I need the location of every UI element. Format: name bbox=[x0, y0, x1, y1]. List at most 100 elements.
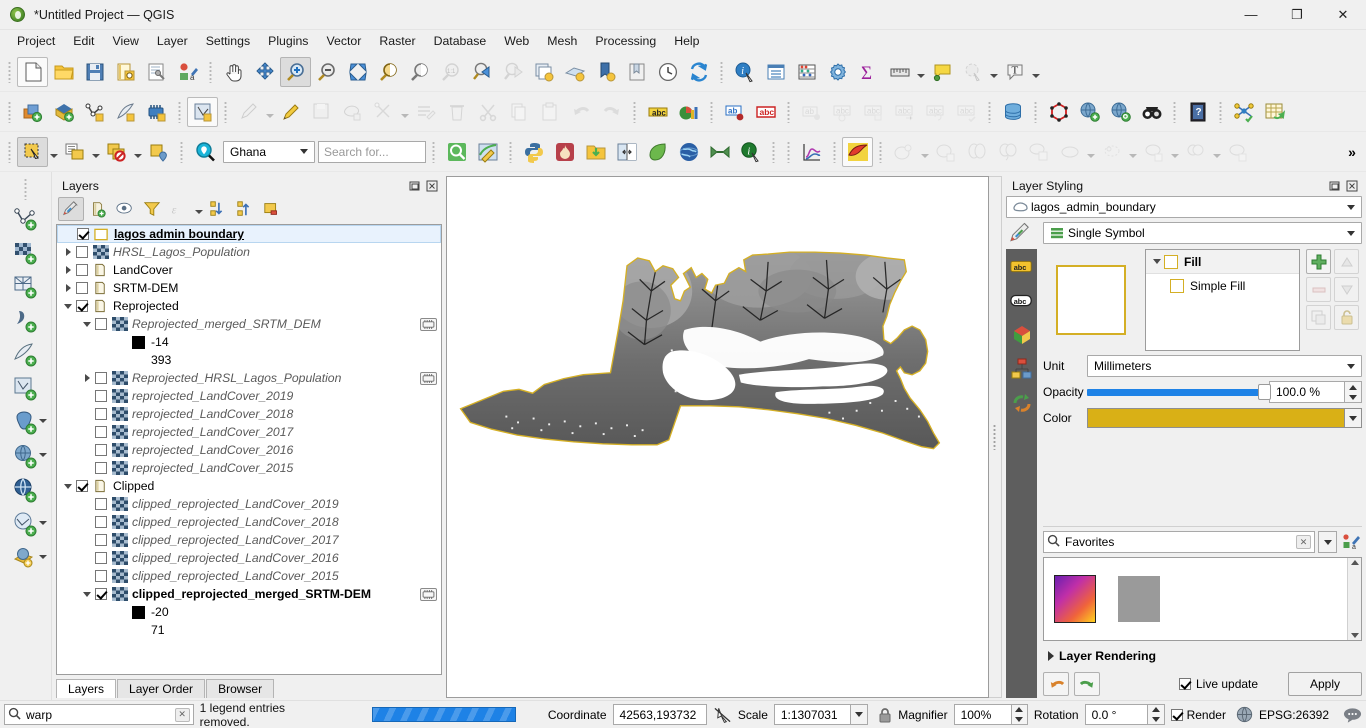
open-attribute-table-button[interactable] bbox=[760, 57, 791, 87]
layer-tree-row[interactable]: 71 bbox=[57, 621, 441, 639]
layer-tree-row[interactable]: SRTM-DEM bbox=[57, 279, 441, 297]
masks-tab-icon[interactable]: abc bbox=[1008, 289, 1035, 313]
add-mesh-layer-button[interactable] bbox=[79, 97, 110, 127]
save-layer-edits-button[interactable] bbox=[306, 97, 337, 127]
chevron-down-icon[interactable] bbox=[61, 477, 75, 495]
field-calculator-button[interactable] bbox=[791, 57, 822, 87]
menu-vector[interactable]: Vector bbox=[317, 32, 370, 50]
raster-histogram-chip[interactable] bbox=[420, 371, 437, 385]
cut-features-button[interactable] bbox=[472, 97, 503, 127]
toolbar-handle[interactable] bbox=[175, 99, 184, 125]
chevron-down-icon[interactable] bbox=[80, 585, 94, 603]
layer-visibility-checkbox[interactable] bbox=[95, 444, 107, 456]
menu-edit[interactable]: Edit bbox=[64, 32, 103, 50]
python-console-button[interactable] bbox=[518, 137, 549, 167]
deselect-dropdown-caret[interactable] bbox=[988, 57, 999, 87]
toggle-editing-button[interactable] bbox=[275, 97, 306, 127]
topology-checker-button[interactable] bbox=[1043, 97, 1074, 127]
toolbar-handle[interactable] bbox=[784, 139, 793, 165]
add-postgis-layer-button[interactable] bbox=[141, 97, 172, 127]
add-postgis-layer-icon[interactable] bbox=[4, 406, 48, 440]
toolbar-handle[interactable] bbox=[717, 59, 726, 85]
history-tab-icon[interactable] bbox=[1008, 391, 1035, 415]
messages-icon[interactable] bbox=[1343, 707, 1362, 723]
add-group-button[interactable] bbox=[85, 197, 111, 221]
layer-visibility-checkbox[interactable] bbox=[95, 552, 107, 564]
zoom-to-native-resolution-button[interactable]: 1:1 bbox=[435, 57, 466, 87]
undo-button[interactable] bbox=[565, 97, 596, 127]
quick-osm-button[interactable] bbox=[441, 137, 472, 167]
add-raster-layer-icon[interactable] bbox=[4, 236, 48, 270]
toolbar-handle[interactable] bbox=[707, 99, 716, 125]
toolbar-handle[interactable] bbox=[177, 139, 186, 165]
chevron-down-icon[interactable] bbox=[61, 297, 75, 315]
toolbar-handle[interactable] bbox=[429, 139, 438, 165]
manage-map-themes-button[interactable] bbox=[112, 197, 138, 221]
menu-web[interactable]: Web bbox=[495, 32, 538, 50]
country-filter-combo[interactable]: Ghana bbox=[223, 140, 315, 163]
deselect-button[interactable] bbox=[957, 57, 988, 87]
menu-raster[interactable]: Raster bbox=[370, 32, 424, 50]
copy-features-button[interactable] bbox=[503, 97, 534, 127]
scroll-down-icon[interactable] bbox=[1350, 633, 1359, 638]
select-by-value-caret[interactable] bbox=[90, 137, 101, 167]
crs-value[interactable]: EPSG:26392 bbox=[1259, 708, 1329, 722]
layer-selector-combo[interactable]: lagos_admin_boundary bbox=[1006, 196, 1362, 218]
undo-icon[interactable] bbox=[1043, 672, 1069, 696]
annotation-dropdown-caret[interactable] bbox=[1030, 57, 1041, 87]
info-button[interactable]: i bbox=[735, 137, 766, 167]
layer-tree-row[interactable]: Reprojected bbox=[57, 297, 441, 315]
add-symbol-layer-button[interactable] bbox=[1306, 249, 1331, 274]
eliminate-caret[interactable] bbox=[1211, 137, 1222, 167]
menu-plugins[interactable]: Plugins bbox=[259, 32, 317, 50]
unit-combo[interactable]: Millimeters bbox=[1087, 355, 1362, 377]
show-bookmarks-button[interactable] bbox=[621, 57, 652, 87]
magnifier-value[interactable]: 100% bbox=[953, 704, 1012, 725]
favorites-search-input[interactable]: Favorites ✕ bbox=[1043, 531, 1315, 553]
layer-visibility-checkbox[interactable] bbox=[95, 516, 107, 528]
gallery-scrollbar[interactable] bbox=[1347, 558, 1361, 640]
layer-visibility-checkbox[interactable] bbox=[76, 282, 88, 294]
chevron-down-icon[interactable] bbox=[80, 315, 94, 333]
layer-tree-row[interactable]: Clipped bbox=[57, 477, 441, 495]
expand-all-button[interactable] bbox=[205, 197, 231, 221]
toolbar-handle[interactable] bbox=[985, 99, 994, 125]
renderer-combo[interactable]: Single Symbol bbox=[1043, 222, 1362, 244]
raster-histogram-chip[interactable] bbox=[420, 587, 437, 601]
remove-layer-button[interactable] bbox=[259, 197, 285, 221]
scale-dropdown-button[interactable] bbox=[850, 704, 869, 725]
render-checkbox[interactable]: Render bbox=[1170, 708, 1226, 722]
layer-visibility-checkbox[interactable] bbox=[95, 588, 107, 600]
search-input[interactable]: Search for... bbox=[318, 140, 426, 163]
layer-tree-row[interactable]: clipped_reprojected_LandCover_2017 bbox=[57, 531, 441, 549]
menu-database[interactable]: Database bbox=[425, 32, 496, 50]
label-layer-button[interactable]: abc bbox=[642, 97, 673, 127]
layer-visibility-checkbox[interactable] bbox=[95, 390, 107, 402]
clear-icon[interactable]: ✕ bbox=[1296, 535, 1311, 549]
toolbar-handle[interactable] bbox=[630, 99, 639, 125]
add-vector-tile-layer-icon[interactable] bbox=[4, 508, 48, 542]
new-print-layout-button[interactable] bbox=[141, 57, 172, 87]
opacity-slider[interactable] bbox=[1087, 381, 1271, 403]
magnifier-stepper[interactable] bbox=[1011, 704, 1028, 725]
menu-settings[interactable]: Settings bbox=[197, 32, 259, 50]
symbol-tree-root-row[interactable]: Fill bbox=[1146, 250, 1299, 274]
new-shapefile-layer-button[interactable] bbox=[187, 96, 218, 127]
chevron-down-icon[interactable] bbox=[1150, 253, 1164, 271]
chevron-right-icon[interactable] bbox=[80, 369, 94, 387]
layer-visibility-checkbox[interactable] bbox=[95, 534, 107, 546]
load-data-button[interactable] bbox=[580, 137, 611, 167]
layer-visibility-checkbox[interactable] bbox=[76, 480, 88, 492]
layer-tree-row[interactable]: HRSL_Lagos_Population bbox=[57, 243, 441, 261]
raster-histogram-chip[interactable] bbox=[420, 317, 437, 331]
locate-search-icon[interactable] bbox=[189, 137, 220, 167]
options-gear-button[interactable] bbox=[822, 57, 853, 87]
add-polygon-feature-button[interactable] bbox=[337, 97, 368, 127]
toolbar-handle[interactable] bbox=[784, 99, 793, 125]
georeferencer-button[interactable] bbox=[842, 136, 873, 167]
deselect-features-caret[interactable] bbox=[132, 137, 143, 167]
zoom-out-button[interactable] bbox=[311, 57, 342, 87]
rotation-stepper[interactable] bbox=[1148, 704, 1165, 725]
menu-project[interactable]: Project bbox=[8, 32, 64, 50]
add-vector-layer-button[interactable] bbox=[17, 97, 48, 127]
